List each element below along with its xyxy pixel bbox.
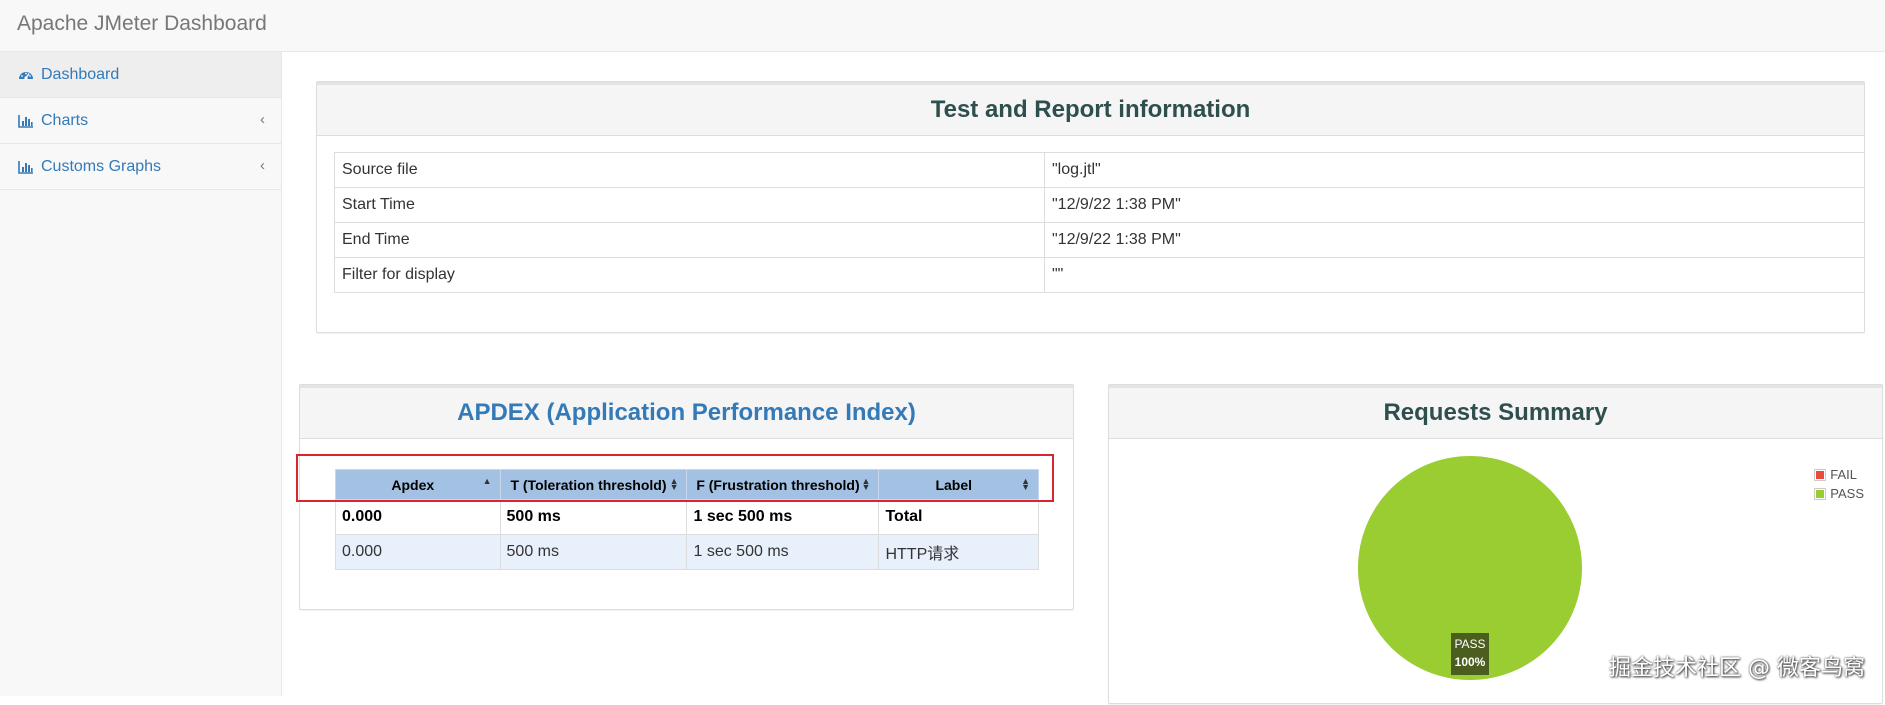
- info-key: Start Time: [335, 188, 1045, 223]
- bar-chart-icon: [18, 159, 34, 175]
- sidebar-item-label: Dashboard: [41, 66, 119, 84]
- test-info-table: Source file "log.jtl" Start Time "12/9/2…: [334, 152, 1865, 293]
- legend-item-pass[interactable]: PASS: [1814, 484, 1864, 503]
- sidebar-item-charts[interactable]: Charts ‹: [0, 98, 281, 144]
- top-navbar: Apache JMeter Dashboard: [0, 0, 1885, 52]
- table-row: Source file "log.jtl": [335, 153, 1865, 188]
- cell: 0.000: [336, 500, 501, 535]
- app-title[interactable]: Apache JMeter Dashboard: [17, 12, 267, 36]
- cell: 500 ms: [500, 535, 687, 570]
- table-row: End Time "12/9/22 1:38 PM": [335, 223, 1865, 258]
- chart-legend: FAIL PASS: [1814, 465, 1864, 503]
- sidebar-item-label: Customs Graphs: [41, 158, 161, 176]
- sidebar-item-customs-graphs[interactable]: Customs Graphs ‹: [0, 144, 281, 190]
- info-value: "12/9/22 1:38 PM": [1045, 223, 1865, 258]
- watermark: 掘金技术社区 @ 微客鸟窝: [1609, 650, 1865, 682]
- test-info-panel: Test and Report information Source file …: [316, 81, 1865, 333]
- panel-title: Test and Report information: [317, 82, 1864, 136]
- info-value: "log.jtl": [1045, 153, 1865, 188]
- slice-label-text: PASS: [1454, 637, 1485, 651]
- info-value: "12/9/22 1:38 PM": [1045, 188, 1865, 223]
- table-row: Start Time "12/9/22 1:38 PM": [335, 188, 1865, 223]
- table-row: 0.000 500 ms 1 sec 500 ms HTTP请求: [336, 535, 1039, 570]
- pie-slice-label: PASS 100%: [1451, 633, 1489, 675]
- highlight-box: [296, 454, 1054, 502]
- legend-item-fail[interactable]: FAIL: [1814, 465, 1864, 484]
- legend-swatch: [1814, 469, 1826, 481]
- cell: HTTP请求: [879, 535, 1039, 570]
- cell: 0.000: [336, 535, 501, 570]
- info-key: Filter for display: [335, 258, 1045, 293]
- cell: 1 sec 500 ms: [687, 500, 879, 535]
- panel-title: APDEX (Application Performance Index): [300, 385, 1073, 439]
- info-key: End Time: [335, 223, 1045, 258]
- legend-swatch: [1814, 488, 1826, 500]
- chevron-left-icon[interactable]: ‹: [260, 111, 265, 128]
- cell: Total: [879, 500, 1039, 535]
- info-key: Source file: [335, 153, 1045, 188]
- bar-chart-icon: [18, 113, 34, 129]
- sidebar-item-dashboard[interactable]: Dashboard: [0, 52, 281, 98]
- table-row-total: 0.000 500 ms 1 sec 500 ms Total: [336, 500, 1039, 535]
- slice-percent-text: 100%: [1455, 655, 1486, 669]
- panel-title: Requests Summary: [1109, 385, 1882, 439]
- sidebar: Dashboard Charts ‹ Customs Graphs: [0, 52, 282, 696]
- table-row: Filter for display "": [335, 258, 1865, 293]
- chevron-left-icon[interactable]: ‹: [260, 157, 265, 174]
- info-value: "": [1045, 258, 1865, 293]
- sidebar-item-label: Charts: [41, 112, 88, 130]
- cell: 500 ms: [500, 500, 687, 535]
- cell: 1 sec 500 ms: [687, 535, 879, 570]
- dashboard-icon: [18, 67, 34, 83]
